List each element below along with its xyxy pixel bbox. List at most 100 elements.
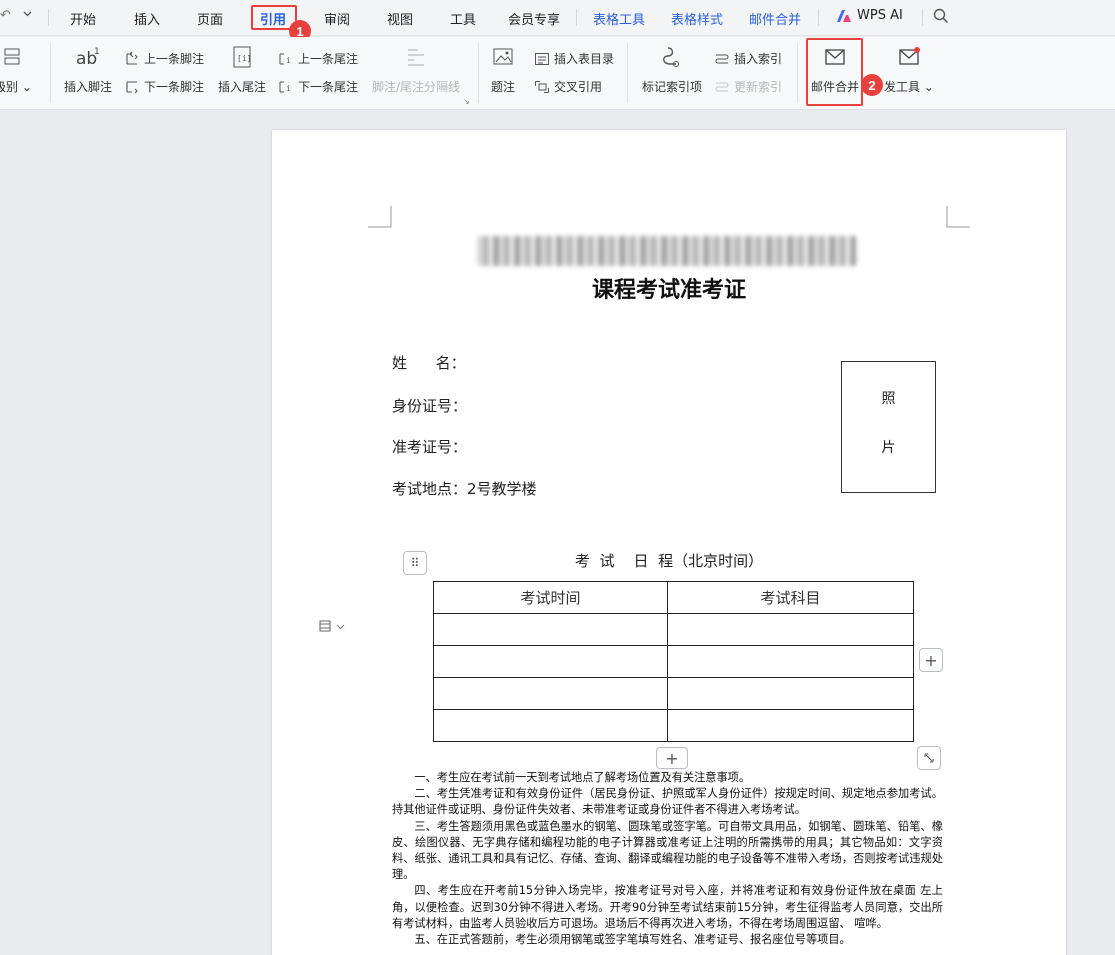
table-row	[433, 645, 914, 678]
quick-access-dropdown-icon[interactable]	[22, 8, 33, 23]
insert-index-icon	[715, 54, 729, 63]
mark-index-entry-button[interactable]: 标记索引项	[642, 43, 702, 95]
insert-table-of-figures-button[interactable]: 插入表目录	[534, 50, 614, 67]
ribbon-separator	[478, 43, 479, 103]
dialog-launcher-icon[interactable]: ↘	[463, 97, 470, 106]
document-title: 课程考试准考证	[591, 277, 746, 303]
schedule-title: 考 试 日 程（北京时间）	[574, 552, 764, 570]
next-footnote-icon	[126, 80, 138, 93]
insert-footnote-button[interactable]: ab 1 插入脚注	[64, 43, 112, 95]
table-cell[interactable]	[667, 645, 914, 678]
dev-tools-button[interactable]: 发工具 ⌄	[884, 43, 934, 95]
photo-label-char-2: 片	[881, 440, 896, 456]
table-resize-icon[interactable]	[917, 746, 941, 770]
table-cell[interactable]	[433, 677, 668, 710]
mail-merge-label: 邮件合并	[811, 80, 860, 94]
insert-endnote-label: 插入尾注	[218, 80, 267, 94]
blurred-institution-header	[477, 236, 857, 266]
prev-footnote-button[interactable]: 上一条脚注	[124, 50, 204, 67]
menu-tools[interactable]: 工具	[450, 9, 476, 28]
table-header-row: 考试时间 考试科目	[433, 581, 914, 614]
table-cell[interactable]	[433, 613, 668, 646]
dev-tools-label: 发工具 ⌄	[884, 80, 934, 94]
prev-endnote-button[interactable]: i 上一条尾注	[278, 50, 358, 67]
table-cell[interactable]	[667, 709, 914, 742]
header-exam-subject[interactable]: 考试科目	[667, 581, 914, 614]
insert-endnote-button[interactable]: [i] 插入尾注	[218, 43, 266, 95]
schedule-table: 考试时间 考试科目	[433, 581, 914, 742]
add-column-plus-icon[interactable]: +	[919, 648, 943, 672]
update-index-label: 更新索引	[734, 80, 783, 94]
outline-level-icon	[3, 43, 23, 71]
insert-index-button[interactable]: 插入索引	[714, 50, 782, 67]
menu-separator	[818, 9, 819, 26]
menu-separator	[922, 9, 923, 26]
search-icon[interactable]	[933, 8, 949, 28]
paragraph-options-icon[interactable]	[318, 619, 345, 633]
footnote-icon: ab 1	[75, 43, 101, 71]
separator-line-icon	[404, 43, 428, 71]
table-cell[interactable]	[667, 613, 914, 646]
add-row-plus-icon[interactable]: +	[656, 747, 688, 769]
table-cell[interactable]	[667, 677, 914, 710]
mark-index-entry-label: 标记索引项	[642, 80, 703, 94]
next-footnote-label: 下一条脚注	[144, 80, 205, 94]
photo-label-char-1: 照	[881, 391, 896, 407]
ribbon-toolbar: 级别 ⌄ ab 1 插入脚注 上一条脚注 下一条脚注 [i] 插入尾注 i 上一条…	[0, 37, 1115, 110]
menu-insert[interactable]: 插入	[134, 9, 160, 28]
ribbon-separator	[797, 43, 798, 103]
table-row	[433, 677, 914, 710]
image-caption-icon	[491, 43, 515, 71]
ribbon-separator	[627, 43, 628, 103]
footnote-separator-button: 脚注/尾注分隔线	[372, 43, 460, 95]
svg-text:[i]: [i]	[237, 54, 251, 63]
undo-icon[interactable]: ↶	[0, 8, 11, 23]
table-cell[interactable]	[433, 645, 668, 678]
menu-page[interactable]: 页面	[197, 9, 223, 28]
menu-view[interactable]: 视图	[387, 9, 413, 28]
table-cell[interactable]	[433, 709, 668, 742]
field-id-number: 身份证号：	[392, 397, 468, 415]
level-button[interactable]: 级别 ⌄	[0, 43, 32, 95]
next-footnote-button[interactable]: 下一条脚注	[124, 78, 204, 95]
menu-table-style[interactable]: 表格样式	[671, 9, 723, 28]
field-name: 姓 名：	[392, 354, 466, 372]
field-exam-number: 准考证号：	[392, 438, 468, 456]
header-exam-time[interactable]: 考试时间	[433, 581, 668, 614]
caption-label: 题注	[491, 80, 516, 94]
menu-member[interactable]: 会员专享	[508, 9, 560, 28]
menu-references[interactable]: 引用	[260, 9, 286, 28]
rule-paragraph: 五、在正式答题前，考生必须用钢笔或签字笔填写姓名、准考证号、报名座位号等项目。	[414, 933, 851, 947]
next-endnote-label: 下一条尾注	[298, 80, 359, 94]
envelope-icon	[823, 43, 847, 71]
update-index-icon	[715, 82, 729, 91]
table-of-figures-icon	[535, 52, 549, 65]
caption-button[interactable]: 题注	[491, 43, 515, 95]
insert-footnote-label: 插入脚注	[64, 80, 113, 94]
prev-footnote-icon	[126, 51, 138, 65]
level-label: 级别 ⌄	[0, 80, 32, 94]
wps-ai-logo-icon	[837, 9, 851, 22]
rule-paragraph: 三、考生答题须用黑色或蓝色墨水的钢笔、圆珠笔或签字笔。可自带文具用品，如钢笔、圆…	[392, 819, 943, 882]
cross-reference-icon	[535, 80, 549, 93]
svg-text:1: 1	[94, 47, 100, 57]
table-row	[433, 613, 914, 646]
table-row	[433, 709, 914, 742]
endnote-icon: [i]	[230, 43, 254, 71]
footnote-separator-label: 脚注/尾注分隔线	[372, 80, 461, 94]
next-endnote-button[interactable]: i 下一条尾注	[278, 78, 358, 95]
menu-home[interactable]: 开始	[70, 9, 96, 28]
menu-bar: ↶ 开始 插入 页面 引用 审阅 视图 工具 会员专享 表格工具 表格样式 邮件…	[0, 0, 1115, 42]
menu-mail-merge[interactable]: 邮件合并	[749, 9, 801, 28]
menu-review[interactable]: 审阅	[324, 9, 350, 28]
photo-box: 照 片	[841, 361, 936, 493]
mail-merge-button[interactable]: 邮件合并	[811, 43, 859, 95]
menu-table-tools[interactable]: 表格工具	[593, 9, 645, 28]
insert-table-of-figures-label: 插入表目录	[554, 52, 615, 66]
svg-text:i: i	[286, 84, 291, 93]
menu-wps-ai[interactable]: WPS AI	[836, 8, 903, 23]
cross-reference-button[interactable]: 交叉引用	[534, 78, 602, 95]
mail-tool-icon	[897, 43, 921, 71]
svg-text:i: i	[286, 56, 291, 65]
insert-index-label: 插入索引	[734, 52, 783, 66]
